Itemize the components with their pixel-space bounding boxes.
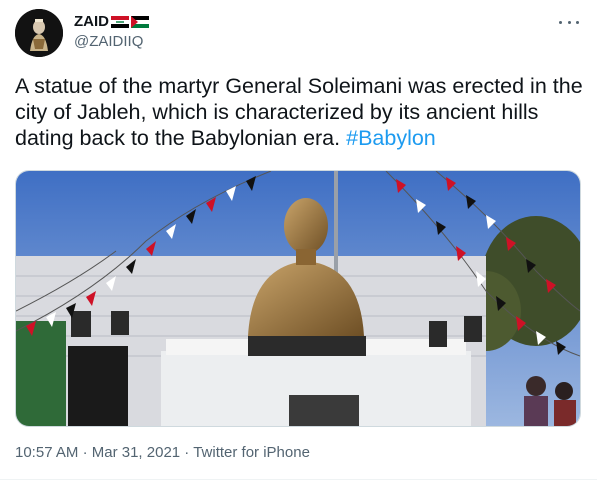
tweet-time[interactable]: 10:57 AM [15,444,78,461]
statue-photo [16,171,580,426]
avatar[interactable] [15,9,63,57]
handle[interactable]: @ZAIDIIQ [74,33,143,50]
iraq-flag-icon [111,15,129,28]
display-name[interactable]: ZAID [74,13,149,30]
tweet-meta: 10:57 AM · Mar 31, 2021 · Twitter for iP… [15,444,310,461]
tweet-body: A statue of the martyr General Soleimani… [15,74,583,150]
hashtag-link[interactable]: #Babylon [346,126,436,150]
more-options-icon[interactable] [559,14,579,30]
tweet-photo[interactable] [15,170,581,427]
display-name-text: ZAID [74,13,109,30]
tweet-text: A statue of the martyr General Soleimani… [15,73,585,151]
meta-separator: · [184,444,190,461]
tweet-date[interactable]: Mar 31, 2021 [92,444,180,461]
tweet-source[interactable]: Twitter for iPhone [193,444,310,461]
meta-separator: · [82,444,88,461]
palestine-flag-icon [131,15,149,28]
tweet-card[interactable]: ZAID @ZAIDIIQ A statue of the martyr Gen… [0,0,597,480]
avatar-image [15,9,63,57]
